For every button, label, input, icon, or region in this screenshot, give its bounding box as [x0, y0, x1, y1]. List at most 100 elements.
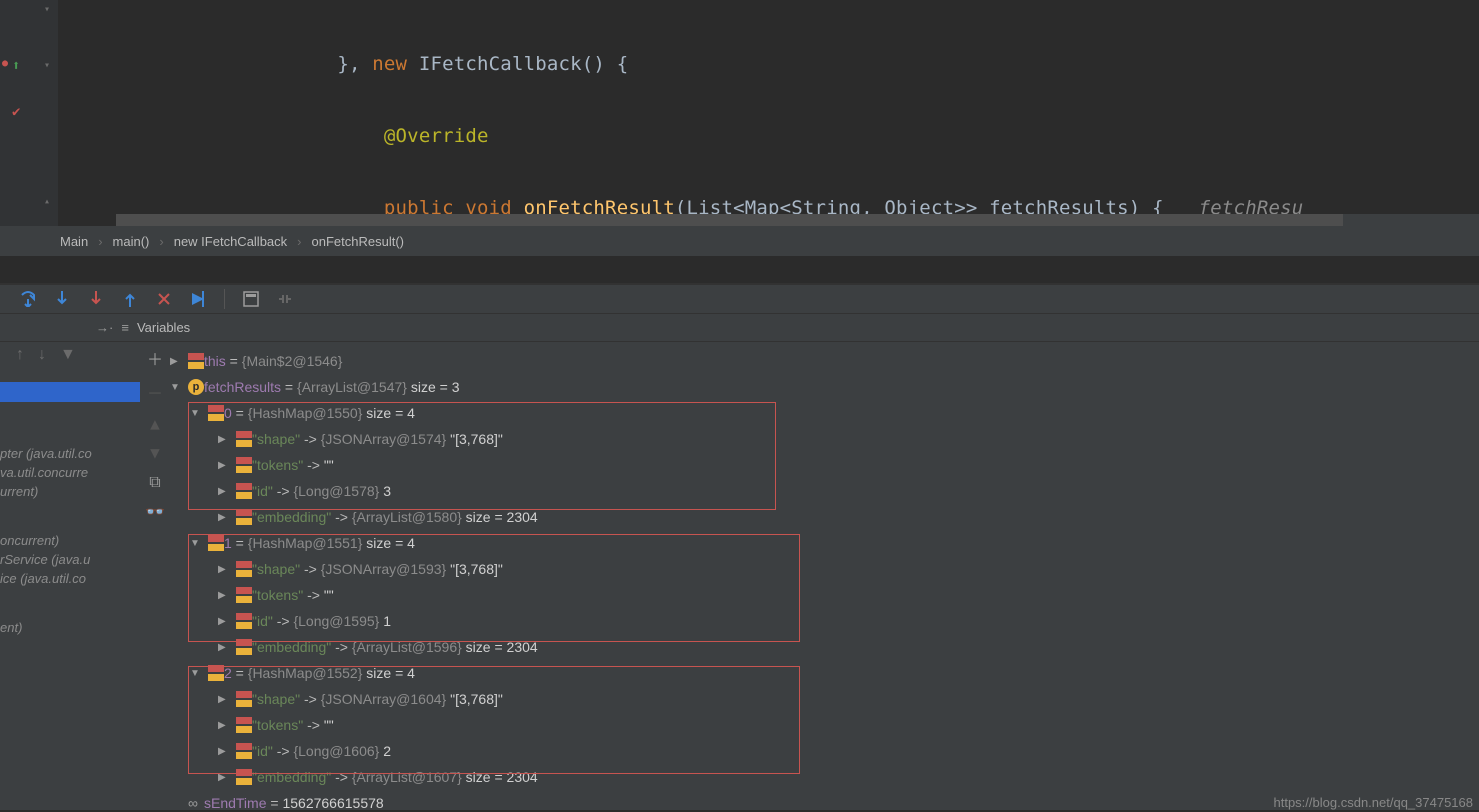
move-up-icon[interactable]: ▲ — [150, 414, 160, 433]
expand-icon[interactable]: ▶ — [218, 772, 230, 783]
expand-icon[interactable]: ▼ — [190, 668, 202, 679]
expand-icon[interactable]: ▶ — [218, 720, 230, 731]
expand-icon[interactable]: ▶ — [170, 356, 182, 367]
tree-node-label: "id" -> {Long@1595} 1 — [252, 613, 391, 629]
drop-frame-icon[interactable] — [156, 291, 172, 307]
show-watches-icon[interactable]: 👓 — [145, 502, 165, 521]
object-icon — [236, 587, 252, 603]
list-icon: ≡ — [121, 320, 129, 335]
object-icon — [236, 509, 252, 525]
horizontal-scrollbar[interactable] — [116, 214, 1479, 226]
fold-icon[interactable]: ▾ — [44, 60, 50, 71]
breadcrumb-item[interactable]: main() — [113, 234, 150, 249]
expand-icon[interactable]: ▶ — [218, 434, 230, 445]
code-editor[interactable]: ⬆ ● ✔ ▾ ▾ ▴ }, new IFetchCallback() { @O… — [0, 0, 1479, 226]
breadcrumb-item[interactable]: Main — [60, 234, 88, 249]
breadcrumb-item[interactable]: onFetchResult() — [312, 234, 404, 249]
tree-node[interactable]: ▶ "embedding" -> {ArrayList@1580} size =… — [170, 504, 1479, 530]
expand-icon[interactable]: ▼ — [190, 408, 202, 419]
tree-node[interactable]: ▼ 0 = {HashMap@1550} size = 4 — [170, 400, 1479, 426]
restore-layout-icon[interactable]: →· — [96, 320, 113, 335]
tree-node-label: "id" -> {Long@1606} 2 — [252, 743, 391, 759]
tree-node[interactable]: ▶ "tokens" -> "" — [170, 452, 1479, 478]
tree-node[interactable]: ▶ "shape" -> {JSONArray@1604} "[3,768]" — [170, 686, 1479, 712]
object-icon — [208, 405, 224, 421]
duplicate-icon[interactable]: ⧉ — [149, 472, 160, 492]
stack-frame[interactable]: rService (java.u — [0, 552, 140, 567]
trace-current-icon[interactable] — [277, 291, 293, 307]
variables-label[interactable]: Variables — [137, 320, 190, 335]
evaluate-expression-icon[interactable] — [243, 291, 259, 307]
tree-node[interactable]: ▶ "id" -> {Long@1578} 3 — [170, 478, 1479, 504]
breadcrumb-item[interactable]: new IFetchCallback — [174, 234, 287, 249]
expand-icon[interactable]: ▶ — [218, 564, 230, 575]
vcs-arrow-icon[interactable]: ⬆ — [12, 58, 20, 74]
tree-node-label: 2 = {HashMap@1552} size = 4 — [224, 665, 415, 681]
panel-splitter[interactable] — [0, 256, 1479, 284]
tree-node[interactable]: ▶ "shape" -> {JSONArray@1574} "[3,768]" — [170, 426, 1479, 452]
remove-watch-icon[interactable]: － — [147, 380, 163, 404]
expand-icon[interactable]: ▶ — [218, 460, 230, 471]
prev-frame-icon[interactable]: ↑ — [16, 346, 24, 364]
frames-panel[interactable]: ↑ ↓ ▼ pter (java.util.co va.util.concurr… — [0, 342, 140, 810]
tree-node-label: "tokens" -> "" — [252, 457, 334, 473]
fold-end-icon[interactable]: ▴ — [44, 196, 50, 207]
object-icon — [236, 691, 252, 707]
tree-node[interactable]: ▶ "tokens" -> "" — [170, 582, 1479, 608]
stack-frame[interactable]: va.util.concurre — [0, 465, 140, 480]
expand-icon[interactable]: ▼ — [170, 382, 182, 393]
step-out-icon[interactable] — [122, 291, 138, 307]
stack-frame[interactable]: ent) — [0, 620, 140, 635]
filter-icon[interactable]: ▼ — [60, 346, 76, 364]
step-over-icon[interactable] — [20, 291, 36, 307]
breakpoint-icon[interactable]: ✔ — [12, 104, 20, 120]
object-icon — [236, 639, 252, 655]
stack-frame[interactable]: ice (java.util.co — [0, 571, 140, 586]
stack-frame[interactable]: urrent) — [0, 484, 140, 499]
expand-icon[interactable]: ▶ — [218, 616, 230, 627]
variables-tree[interactable]: ▶ this = {Main$2@1546} ▼ p fetchResults … — [170, 342, 1479, 810]
expand-icon[interactable]: ▶ — [218, 512, 230, 523]
code-text: }, — [337, 53, 372, 75]
expand-icon[interactable]: ▶ — [218, 590, 230, 601]
link-icon: ∞ — [188, 795, 198, 810]
tree-node[interactable]: ▼ p fetchResults = {ArrayList@1547} size… — [170, 374, 1479, 400]
fold-icon[interactable]: ▾ — [44, 4, 50, 15]
tree-node-label: sEndTime = 1562766615578 — [204, 795, 384, 810]
code-area[interactable]: }, new IFetchCallback() { @Override publ… — [58, 0, 1479, 226]
move-down-icon[interactable]: ▼ — [150, 443, 160, 462]
breadcrumb: Main › main() › new IFetchCallback › onF… — [0, 226, 1479, 256]
force-step-into-icon[interactable] — [88, 291, 104, 307]
expand-icon[interactable]: ▼ — [190, 538, 202, 549]
stack-frame[interactable]: oncurrent) — [0, 533, 140, 548]
vcs-down-icon[interactable]: ● — [2, 58, 8, 69]
add-watch-icon[interactable]: ＋ — [147, 346, 163, 370]
tree-node[interactable]: ▶ "embedding" -> {ArrayList@1607} size =… — [170, 764, 1479, 790]
expand-icon[interactable]: ▶ — [218, 486, 230, 497]
tree-node[interactable]: ▼ 1 = {HashMap@1551} size = 4 — [170, 530, 1479, 556]
tree-node[interactable]: ▶ "shape" -> {JSONArray@1593} "[3,768]" — [170, 556, 1479, 582]
expand-icon[interactable]: ▶ — [218, 694, 230, 705]
tree-node[interactable]: ▶ "id" -> {Long@1606} 2 — [170, 738, 1479, 764]
step-into-icon[interactable] — [54, 291, 70, 307]
scrollbar-thumb[interactable] — [116, 214, 1343, 226]
code-annotation: @Override — [384, 125, 489, 147]
next-frame-icon[interactable]: ↓ — [38, 346, 46, 364]
tree-node[interactable]: ▶ this = {Main$2@1546} — [170, 348, 1479, 374]
object-icon — [236, 613, 252, 629]
tree-node-label: "shape" -> {JSONArray@1593} "[3,768]" — [252, 561, 503, 577]
run-to-cursor-icon[interactable] — [190, 291, 206, 307]
object-icon — [208, 665, 224, 681]
tree-node[interactable]: ▶ "id" -> {Long@1595} 1 — [170, 608, 1479, 634]
tree-node-label: this = {Main$2@1546} — [204, 353, 342, 369]
tree-node[interactable]: ▼ 2 = {HashMap@1552} size = 4 — [170, 660, 1479, 686]
variables-tab-header: →· ≡ Variables — [0, 314, 1479, 342]
expand-icon[interactable]: ▶ — [218, 746, 230, 757]
tree-node[interactable]: ▶ "embedding" -> {ArrayList@1596} size =… — [170, 634, 1479, 660]
code-keyword: new — [372, 53, 419, 75]
stack-frame[interactable]: pter (java.util.co — [0, 446, 140, 461]
expand-icon[interactable]: ▶ — [218, 642, 230, 653]
tree-node[interactable]: ▶ "tokens" -> "" — [170, 712, 1479, 738]
frame-selected[interactable] — [0, 382, 140, 402]
tree-node-label: "shape" -> {JSONArray@1604} "[3,768]" — [252, 691, 503, 707]
